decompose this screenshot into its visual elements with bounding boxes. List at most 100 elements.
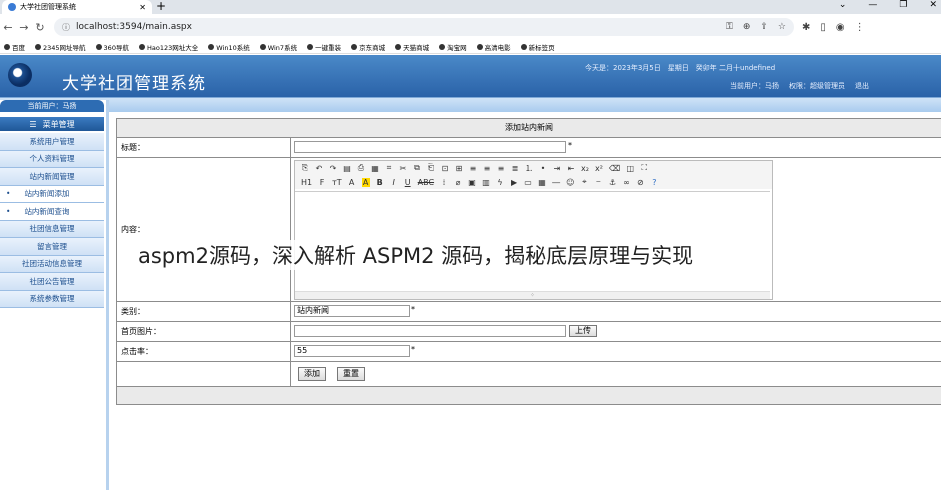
zoom-icon[interactable]: ⊕ bbox=[743, 22, 751, 32]
bookmark-item[interactable]: 2345网址导航 bbox=[35, 42, 86, 52]
preview-icon[interactable]: ▤ bbox=[343, 164, 351, 173]
unlink-icon[interactable]: ⊘ bbox=[636, 178, 644, 187]
editor-resize-handle[interactable]: ⁘ bbox=[295, 291, 770, 299]
bookmark-item[interactable]: 天猫商城 bbox=[395, 42, 429, 52]
anchor-icon[interactable]: ⚓ bbox=[608, 178, 616, 187]
page-break-icon[interactable]: ⎯ bbox=[594, 177, 602, 187]
highlight-icon[interactable]: A bbox=[361, 177, 370, 187]
sidebar-icon[interactable]: ▯ bbox=[820, 22, 826, 33]
paste-icon[interactable]: ⎗ bbox=[427, 163, 435, 173]
media-icon[interactable]: ▶ bbox=[510, 178, 518, 187]
bookmark-item[interactable]: Win10系统 bbox=[208, 42, 250, 52]
heading-icon[interactable]: H1 bbox=[301, 178, 312, 187]
sidebar-item-profile[interactable]: 个人资料管理 bbox=[0, 150, 104, 168]
sidebar-item-activities[interactable]: 社团活动信息管理 bbox=[0, 255, 104, 273]
insert-file-icon[interactable]: ▭ bbox=[524, 178, 532, 187]
close-tab-icon[interactable]: ✕ bbox=[139, 3, 152, 12]
add-button[interactable]: 添加 bbox=[298, 367, 326, 381]
bookmark-item[interactable]: 360导航 bbox=[95, 42, 129, 52]
align-center-icon[interactable]: ≡ bbox=[483, 164, 491, 173]
emoticon-icon[interactable]: ☺ bbox=[566, 178, 574, 187]
bookmark-item[interactable]: 百度 bbox=[4, 42, 25, 52]
bookmark-item[interactable]: 新标签页 bbox=[520, 42, 555, 52]
font-family-icon[interactable]: F bbox=[318, 178, 326, 187]
ordered-list-icon[interactable]: ⒈ bbox=[525, 163, 533, 174]
print-icon[interactable]: ⎙ bbox=[357, 163, 365, 173]
key-icon[interactable]: ⚿ bbox=[726, 22, 733, 32]
clicks-input[interactable]: 55 bbox=[294, 345, 410, 357]
sidebar-menu-header[interactable]: ☰ 菜单管理 bbox=[0, 117, 104, 131]
chevron-down-icon[interactable]: ⌄ bbox=[839, 0, 847, 10]
sidebar-item-announcements[interactable]: 社团公告管理 bbox=[0, 273, 104, 291]
sidebar-item-news-query[interactable]: • 站内新闻查询 bbox=[0, 203, 104, 221]
bookmark-item[interactable]: 高清电影 bbox=[476, 42, 511, 52]
upload-button[interactable]: 上传 bbox=[569, 325, 597, 337]
superscript-icon[interactable]: x² bbox=[595, 164, 603, 173]
title-input[interactable] bbox=[294, 141, 566, 153]
template-icon[interactable]: ▦ bbox=[371, 164, 379, 173]
redo-icon[interactable]: ↷ bbox=[329, 164, 337, 173]
copy-icon[interactable]: ⧉ bbox=[413, 163, 421, 173]
restore-icon[interactable]: ❐ bbox=[899, 0, 907, 10]
table-icon[interactable]: ▦ bbox=[538, 178, 546, 187]
sidebar-item-club-info[interactable]: 社团信息管理 bbox=[0, 220, 104, 238]
font-size-icon[interactable]: тT bbox=[332, 178, 342, 187]
strikethrough-icon[interactable]: ABC bbox=[418, 178, 434, 187]
source-icon[interactable]: ⎘ bbox=[301, 163, 309, 173]
remove-format-icon[interactable]: ⌀ bbox=[454, 178, 462, 187]
reset-button[interactable]: 重置 bbox=[337, 367, 365, 381]
indent-icon[interactable]: ⇥ bbox=[553, 164, 561, 173]
sidebar-item-news-mgmt[interactable]: 站内新闻管理 bbox=[0, 168, 104, 186]
minimize-icon[interactable]: — bbox=[868, 0, 877, 10]
font-color-icon[interactable]: A bbox=[348, 178, 356, 187]
sidebar-item-user-mgmt[interactable]: 系统用户管理 bbox=[0, 133, 104, 151]
share-icon[interactable]: ⇪ bbox=[760, 22, 768, 32]
bookmark-item[interactable]: 一键重装 bbox=[307, 42, 341, 52]
sidebar-item-settings[interactable]: 系统参数管理 bbox=[0, 290, 104, 308]
map-icon[interactable]: ⌖ bbox=[580, 177, 588, 187]
cut-icon[interactable]: ✂ bbox=[399, 164, 407, 173]
bookmark-item[interactable]: Win7系统 bbox=[259, 42, 297, 52]
outdent-icon[interactable]: ⇤ bbox=[567, 164, 575, 173]
justify-icon[interactable]: ≣ bbox=[511, 164, 519, 173]
bookmark-item[interactable]: 淘宝网 bbox=[439, 42, 467, 52]
extensions-icon[interactable]: ✱ bbox=[802, 22, 810, 33]
image-icon[interactable]: ▣ bbox=[468, 178, 476, 187]
select-all-icon[interactable]: ◫ bbox=[626, 164, 635, 173]
flash-icon[interactable]: ϟ bbox=[496, 178, 504, 187]
bookmark-item[interactable]: 京东商城 bbox=[351, 42, 385, 52]
paste-text-icon[interactable]: ⊡ bbox=[441, 164, 449, 173]
profile-icon[interactable]: ◉ bbox=[836, 22, 845, 33]
url-field[interactable]: ⓘ localhost:3594/main.aspx ⚿ ⊕ ⇪ ☆ bbox=[54, 18, 794, 36]
sidebar-item-messages[interactable]: 留言管理 bbox=[0, 238, 104, 256]
line-height-icon[interactable]: ⁞ bbox=[440, 178, 448, 187]
align-right-icon[interactable]: ≡ bbox=[497, 164, 505, 173]
link-icon[interactable]: ∞ bbox=[622, 178, 630, 187]
bold-icon[interactable]: B bbox=[376, 178, 384, 187]
info-icon[interactable]: ⓘ bbox=[62, 22, 70, 33]
back-icon[interactable]: ← bbox=[0, 21, 16, 34]
paste-word-icon[interactable]: ⊞ bbox=[455, 164, 463, 173]
sidebar-item-news-add[interactable]: • 站内新闻添加 bbox=[0, 185, 104, 203]
fullscreen-icon[interactable]: ⛶ bbox=[640, 163, 648, 173]
italic-icon[interactable]: I bbox=[390, 178, 398, 187]
bookmark-item[interactable]: Hao123网址大全 bbox=[138, 42, 198, 52]
close-window-icon[interactable]: ✕ bbox=[929, 0, 937, 10]
align-left-icon[interactable]: ≡ bbox=[469, 164, 477, 173]
category-input[interactable]: 站内新闻 bbox=[294, 305, 410, 317]
reload-icon[interactable]: ↻ bbox=[32, 21, 48, 34]
logout-link[interactable]: 退出 bbox=[855, 81, 869, 91]
new-tab-icon[interactable]: + bbox=[156, 0, 166, 13]
code-icon[interactable]: ⌗ bbox=[385, 163, 393, 173]
undo-icon[interactable]: ↶ bbox=[315, 164, 323, 173]
image-path-input[interactable] bbox=[294, 325, 566, 337]
help-icon[interactable]: ? bbox=[650, 178, 658, 187]
multi-image-icon[interactable]: ▥ bbox=[482, 178, 490, 187]
browser-tab[interactable]: 大学社团管理系统 ✕ bbox=[2, 0, 152, 14]
star-icon[interactable]: ☆ bbox=[778, 22, 786, 32]
forward-icon[interactable]: → bbox=[16, 21, 32, 34]
subscript-icon[interactable]: x₂ bbox=[581, 164, 589, 173]
menu-icon[interactable]: ⋮ bbox=[855, 22, 865, 33]
underline-icon[interactable]: U bbox=[404, 178, 412, 187]
rich-text-editor[interactable]: ⎘ ↶ ↷ ▤ ⎙ ▦ ⌗ ✂ ⧉ ⎗ ⊡ ⊞ ≡ ≡ ≡ ≣ ⒈ • ⇥ ⇤ bbox=[294, 160, 773, 300]
